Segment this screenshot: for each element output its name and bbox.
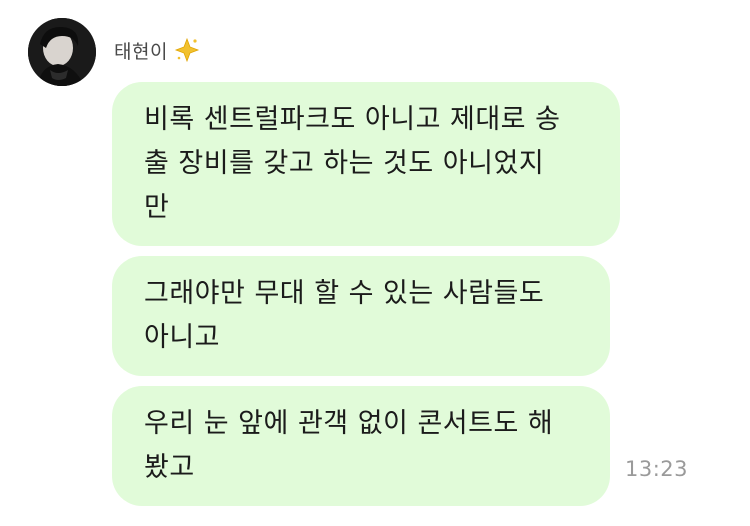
message-bubble[interactable]: 비록 센트럴파크도 아니고 제대로 송 출 장비를 갖고 하는 것도 아니었지 … xyxy=(112,82,620,246)
profile-photo-icon xyxy=(28,18,96,86)
message-bubble[interactable]: 그래야만 무대 할 수 있는 사람들도 아니고 xyxy=(112,256,610,376)
sender-header: 태현이 xyxy=(114,36,200,64)
message-text: 비록 센트럴파크도 아니고 제대로 송 출 장비를 갖고 하는 것도 아니었지 … xyxy=(144,104,561,223)
sparkle-star-icon xyxy=(174,37,200,63)
message-text: 그래야만 무대 할 수 있는 사람들도 아니고 xyxy=(144,278,545,353)
avatar[interactable] xyxy=(28,18,96,86)
message-bubble[interactable]: 우리 눈 앞에 관객 없이 콘서트도 해 봤고 xyxy=(112,386,610,506)
sender-name[interactable]: 태현이 xyxy=(114,37,168,64)
message-timestamp: 13:23 xyxy=(625,457,689,481)
message-text: 우리 눈 앞에 관객 없이 콘서트도 해 봤고 xyxy=(144,408,554,483)
